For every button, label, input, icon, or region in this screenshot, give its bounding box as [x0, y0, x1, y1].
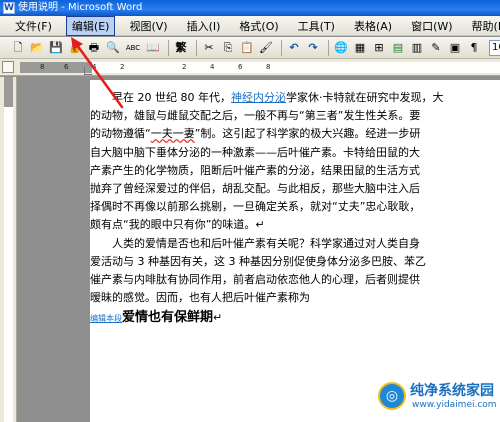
- permission-icon[interactable]: 🔒: [67, 40, 83, 56]
- ruler-number: 6: [238, 63, 243, 71]
- menu-format[interactable]: 格式(O): [234, 17, 283, 35]
- vertical-ruler-strip: [4, 77, 13, 422]
- toolbar-separator: [196, 39, 197, 56]
- spelling-icon[interactable]: ABC: [124, 40, 142, 56]
- text-line: 早在 20 世纪 80 年代，神经内分泌学家休·卡特就在研究中发现，大: [112, 91, 444, 104]
- text-line: 的动物，雄鼠与雌鼠交配之后，一般不再与“第三者”发生性关系。要: [90, 109, 421, 123]
- menu-table[interactable]: 表格(A): [349, 17, 397, 35]
- menu-edit[interactable]: 编辑(E): [65, 15, 116, 36]
- ruler-number: 8: [266, 63, 271, 71]
- vertical-ruler[interactable]: [0, 77, 17, 422]
- research-icon[interactable]: 📖: [145, 40, 161, 56]
- open-folder-icon[interactable]: 📂: [29, 40, 45, 56]
- title-bar: W 使用说明 - Microsoft Word: [0, 0, 500, 16]
- horizontal-ruler[interactable]: 8 6 4 2 2 4 6 8: [20, 62, 500, 73]
- watermark-logo-icon: ◎: [378, 382, 406, 410]
- redo-icon[interactable]: ↷: [305, 40, 321, 56]
- tab-selector-icon[interactable]: [2, 61, 14, 73]
- word-app-icon[interactable]: W: [3, 2, 15, 14]
- copy-icon[interactable]: ⎘: [220, 40, 236, 56]
- columns-icon[interactable]: ▥: [409, 40, 425, 56]
- menu-bar: 文件(F) 编辑(E) 视图(V) 插入(I) 格式(O) 工具(T) 表格(A…: [0, 15, 500, 36]
- margin-corner-mark: [84, 67, 92, 75]
- text-line: 颇有点“我的眼中只有你”的味道。↵: [90, 218, 265, 232]
- drawing-icon[interactable]: ✎: [428, 40, 444, 56]
- insert-table-icon[interactable]: ⊞: [371, 40, 387, 56]
- menu-view[interactable]: 视图(V): [124, 17, 172, 35]
- menu-help[interactable]: 帮助(H): [467, 17, 500, 35]
- text-line: 人类的爱情是否也和后叶催产素有关呢？科学家通过对人类自身: [112, 236, 420, 250]
- text-line: 暧昧的感觉。因而，也有人把后叶催产素称为: [90, 291, 310, 305]
- toolbar-separator: [168, 39, 169, 56]
- ruler-number: 2: [182, 63, 187, 71]
- text-line: 爱活动与 3 种基因有关，这 3 种基因分别促使身体分泌多巴胺、苯乙: [90, 254, 426, 268]
- traditional-chinese-icon[interactable]: 繁: [173, 40, 189, 56]
- text-line: 抛弃了曾经深爱过的伴侣，胡乱交配。与此相反，那些大脑中注入后: [90, 182, 420, 196]
- edit-section-link[interactable]: 编辑本段: [90, 314, 122, 323]
- ruler-number: 4: [210, 63, 215, 71]
- window-title: 使用说明 - Microsoft Word: [18, 2, 143, 13]
- text-line: 择偶时不再像以前那么挑剔，一旦确定关系，就对“丈夫”忠心耿耿，: [90, 200, 421, 214]
- print-icon[interactable]: 🖶: [86, 40, 102, 56]
- watermark: ◎ 纯净系统家园 www.yidaimei.com: [378, 378, 497, 418]
- horizontal-ruler-bar: 8 6 4 2 2 4 6 8: [0, 59, 500, 76]
- text-line: 催产素与内啡肽有协同作用，前者启动依恋他人的心理，后者则提供: [90, 273, 420, 287]
- toolbar-separator: [328, 39, 329, 56]
- menu-tools[interactable]: 工具(T): [293, 17, 340, 35]
- menu-window[interactable]: 窗口(W): [406, 17, 457, 35]
- new-document-icon[interactable]: 🗋: [10, 40, 26, 56]
- ruler-number: 6: [64, 63, 69, 71]
- standard-toolbar: 🗋 📂 💾 🔒 🖶 🔍 ABC 📖 繁 ✂ ⎘ 📋 🖌 ↶ ↷ 🌐 ▦ ⊞ ▤ …: [0, 37, 500, 59]
- section-heading-line: 编辑本段爱情也有保鲜期↵: [90, 309, 410, 328]
- format-painter-icon[interactable]: 🖌: [258, 40, 274, 56]
- ruler-number: 2: [120, 63, 125, 71]
- hyperlink-icon[interactable]: 🌐: [333, 40, 349, 56]
- undo-icon[interactable]: ↶: [286, 40, 302, 56]
- menu-file[interactable]: 文件(F): [10, 17, 57, 35]
- spelling-error-mark: 一夫一妻: [150, 127, 195, 141]
- insert-excel-icon[interactable]: ▤: [390, 40, 406, 56]
- print-preview-icon[interactable]: 🔍: [105, 40, 121, 56]
- show-hide-icon[interactable]: ¶: [466, 40, 482, 56]
- text-line: 的动物遵循“一夫一妻”制。这引起了科学家的极大兴趣。经进一步研: [90, 127, 421, 141]
- ruler-text-area: [92, 62, 500, 73]
- toolbar-separator: [281, 39, 282, 56]
- cut-icon[interactable]: ✂: [201, 40, 217, 56]
- ruler-number: 8: [40, 63, 45, 71]
- zoom-select[interactable]: 100%: [489, 39, 500, 56]
- text-line: 产素产生的化学物质，阻断后叶催产素的分泌，结果田鼠的生活方式: [90, 163, 420, 177]
- menu-insert[interactable]: 插入(I): [182, 17, 226, 35]
- section-heading: 爱情也有保鲜期: [122, 310, 214, 326]
- save-icon[interactable]: 💾: [48, 40, 64, 56]
- hyperlink-neuroendocrine[interactable]: 神经内分泌: [231, 91, 286, 104]
- vertical-ruler-margin: [4, 77, 13, 107]
- document-body[interactable]: 早在 20 世纪 80 年代，神经内分泌学家休·卡特就在研究中发现，大 的动物，…: [90, 89, 444, 329]
- watermark-title: 纯净系统家园: [410, 383, 494, 399]
- ruler-number: 4: [92, 63, 97, 71]
- tables-borders-icon[interactable]: ▦: [352, 40, 368, 56]
- paragraph-mark: ↵: [213, 311, 223, 325]
- paste-icon[interactable]: 📋: [239, 40, 255, 56]
- watermark-url: www.yidaimei.com: [412, 400, 497, 410]
- text-line: 自大脑中脑下垂体分泌的一种激素——后叶催产素。卡特给田鼠的大: [90, 145, 420, 159]
- document-map-icon[interactable]: ▣: [447, 40, 463, 56]
